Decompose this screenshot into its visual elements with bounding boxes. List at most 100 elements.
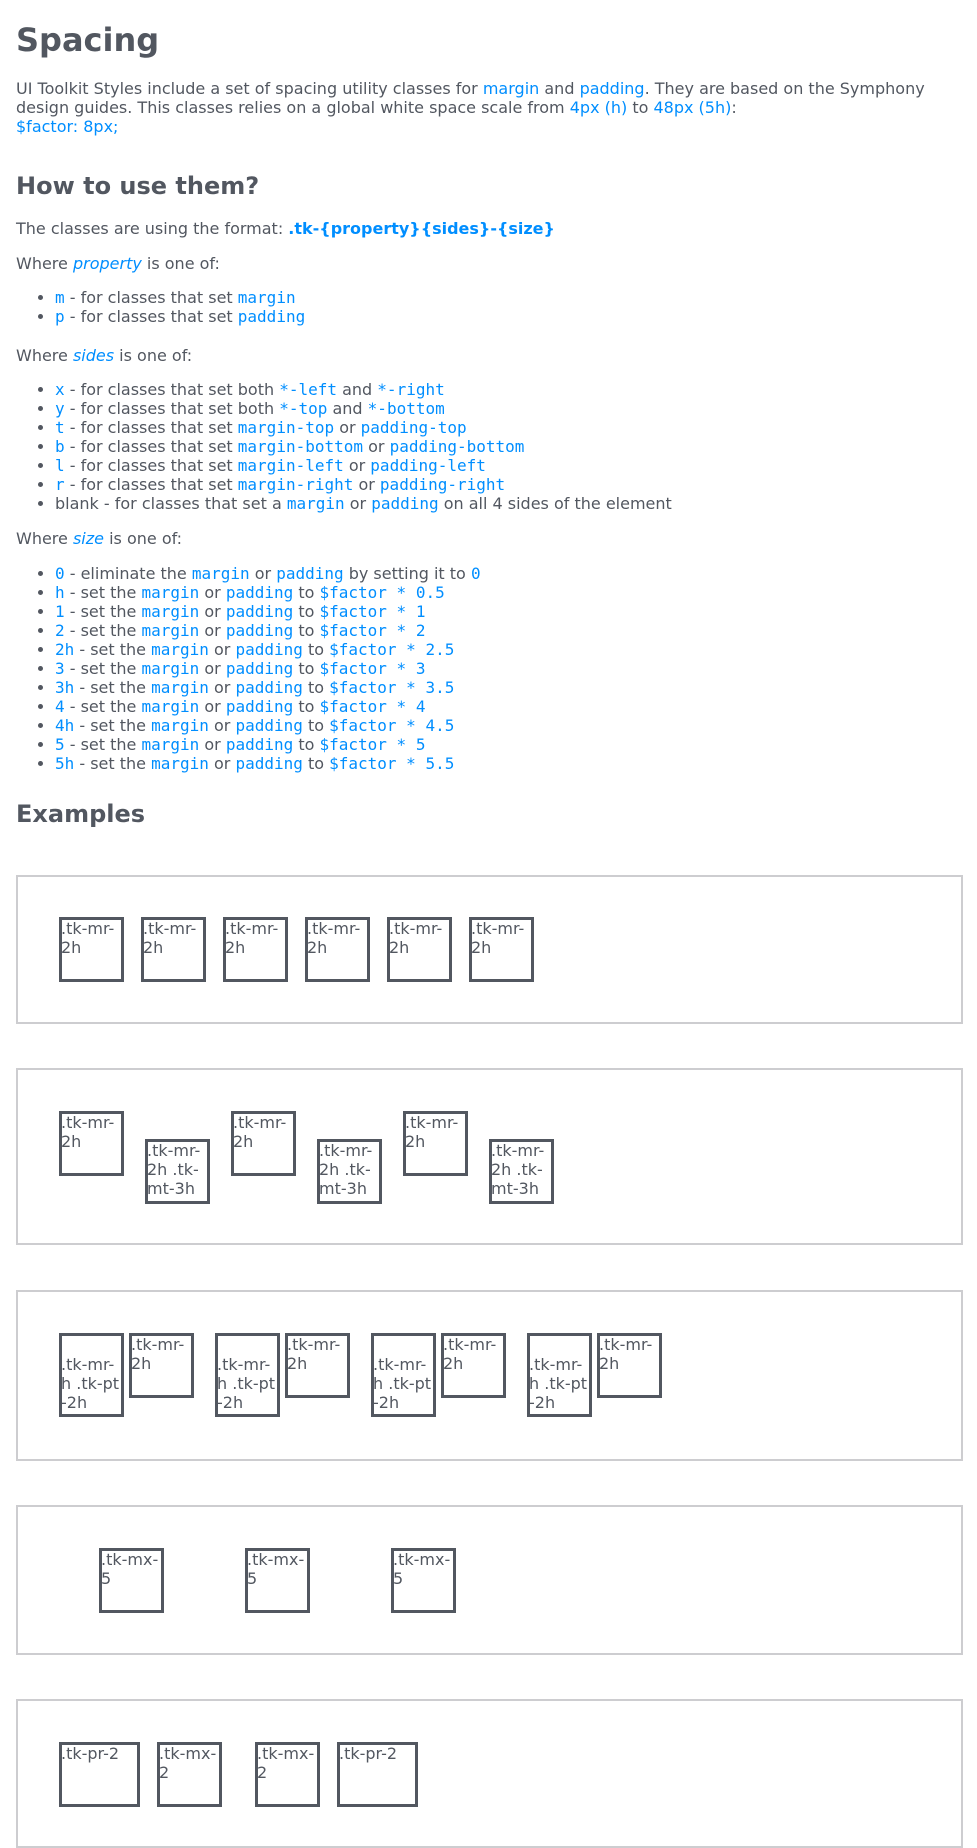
item-text: or [208,754,236,773]
item-text: - set the [64,602,142,621]
page-title: Spacing [16,21,160,59]
code: margin [151,716,209,735]
item-text: - set the [74,678,152,697]
box-label: .tk-mr-2h [443,1335,497,1373]
list-item: p - for classes that set padding [55,307,305,326]
code: padding [225,735,294,754]
code: margin [141,735,200,754]
code: padding-top [360,418,467,437]
code: $factor * 1 [319,602,426,621]
example-box: .tk-mr-2h [305,917,370,982]
code: 4 [55,697,65,716]
code: padding [371,494,439,513]
where-text: Where [16,529,73,548]
box-label: .tk-mr-2h [61,1113,115,1151]
example-panel-3: .tk-mr-h .tk-pt-2h .tk-mr-2h .tk-mr-h .t… [16,1290,963,1461]
code: margin [286,494,345,513]
item-text: or [334,418,361,437]
code: padding-left [370,456,486,475]
item-text: or [199,659,226,678]
sides-intro: Where sides is one of: [16,346,192,365]
box-label: .tk-pr-2 [339,1744,398,1763]
list-item: 2h - set the margin or padding to $facto… [55,640,481,659]
item-text: - for classes that set [64,307,238,326]
item-text: - for classes that set [64,437,238,456]
item-text: - set the [64,583,142,602]
intro-text: : [731,98,737,117]
size-intro: Where size is one of: [16,529,182,548]
margin-link[interactable]: margin [483,79,539,98]
item-text: - for classes that set [64,418,238,437]
example-box: .tk-mr-h .tk-pt-2h [215,1333,280,1417]
box-label: .tk-mx-5 [247,1550,305,1588]
examples-heading: Examples [16,800,146,828]
item-text: to [293,621,320,640]
intro-text: to [627,98,654,117]
box-label: .tk-mx-2 [257,1744,315,1782]
example-panel-4: .tk-mx-5 .tk-mx-5 .tk-mx-5 [16,1505,963,1655]
format-code: .tk-{property}{sides}-{size} [288,219,555,238]
box-label: .tk-mr-2h [471,919,525,957]
item-text: and [327,399,368,418]
box-label: .tk-mr-h .tk-pt-2h [529,1355,588,1412]
code: padding [235,678,303,697]
example-box: .tk-mx-5 [391,1548,456,1613]
item-text: or [343,456,371,475]
code: margin [237,288,296,307]
format-line: The classes are using the format: .tk-{p… [16,219,555,238]
code: 5h [55,754,75,773]
list-item: blank - for classes that set a margin or… [55,494,672,513]
list-item: l - for classes that set margin-left or … [55,456,672,475]
intro-text: UI Toolkit Styles include a set of spaci… [16,79,483,98]
code: padding [225,659,294,678]
code: 3 [55,659,65,678]
box-label: .tk-mr-2h [143,919,197,957]
code: 5 [55,735,65,754]
item-text: to [293,583,320,602]
code: padding-bottom [389,437,525,456]
code: 1 [55,602,65,621]
box-label: .tk-mr-2h [61,919,115,957]
example-box: .tk-mx-5 [99,1548,164,1613]
property-term: property [72,254,142,273]
list-item: b - for classes that set margin-bottom o… [55,437,672,456]
item-text: - set the [64,735,142,754]
code: 2h [55,640,75,659]
code: h [55,583,65,602]
code: $factor * 3 [319,659,426,678]
item-text: - set the [74,716,152,735]
item-text: blank - for classes that set a [55,494,287,513]
box-label: .tk-mx-5 [393,1550,451,1588]
code: y [55,399,65,418]
code: padding [225,697,294,716]
code: padding [225,602,294,621]
item-text: or [208,640,236,659]
example-box: .tk-mr-2h [141,917,206,982]
factor-value: $factor: 8px; [16,117,119,136]
code: l [55,456,65,475]
item-text: or [353,475,380,494]
item-text: to [293,602,320,621]
size-term: size [72,529,104,548]
code: $factor * 4 [319,697,426,716]
item-text: to [302,640,330,659]
box-label: .tk-mr-2h [405,1113,459,1151]
code: padding [225,583,294,602]
code: *-left [279,380,338,399]
example-box: .tk-mr-2h [387,917,452,982]
list-item: 4 - set the margin or padding to $factor… [55,697,481,716]
example-box: .tk-mr-2h [469,917,534,982]
example-box: .tk-mr-2h [59,917,124,982]
item-text: to [293,735,320,754]
example-box: .tk-mr-2h [129,1333,194,1398]
example-box: .tk-mr-h .tk-pt-2h [527,1333,592,1417]
box-label: .tk-mr-2h [131,1335,185,1373]
code: margin [141,697,200,716]
box-label: .tk-mx-5 [101,1550,159,1588]
scale-min: 4px (h) [569,98,628,117]
padding-link[interactable]: padding [580,79,645,98]
example-box: .tk-mr-2h [223,917,288,982]
format-prefix: The classes are using the format: [16,219,289,238]
example-box: .tk-mr-2h [597,1333,662,1398]
code: 4h [55,716,75,735]
